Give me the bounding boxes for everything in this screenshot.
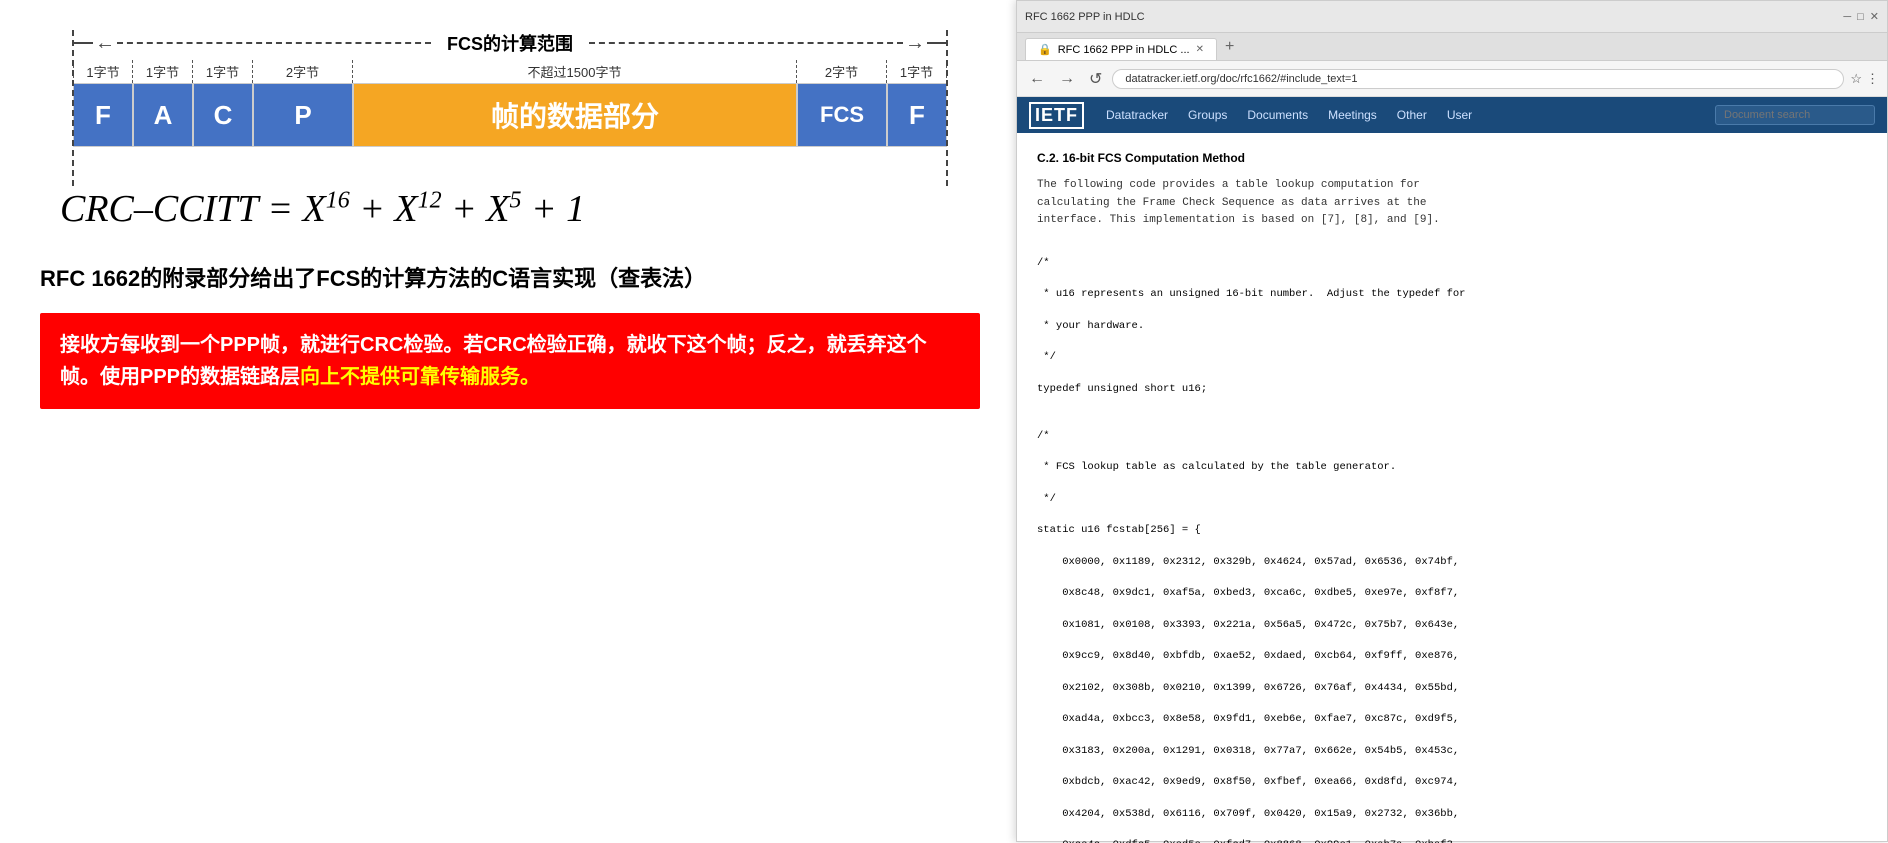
code-line-1: 0x8c48, 0x9dc1, 0xaf5a, 0xbed3, 0xca6c, … (1037, 586, 1867, 602)
frame-box-c: C (193, 83, 253, 147)
browser-tab-active[interactable]: 🔒 RFC 1662 PPP in HDLC ... ✕ (1025, 38, 1217, 60)
byte-label-3: 2字节 (253, 60, 353, 83)
description-text: RFC 1662的附录部分给出了FCS的计算方法的C语言实现（查表法） (40, 261, 980, 293)
comment2-close: */ (1037, 492, 1867, 508)
warning-text-highlight: 向上不提供可靠传输服务。 (300, 366, 540, 388)
tab-close-btn[interactable]: ✕ (1196, 44, 1204, 55)
comment1-body2: * your hardware. (1037, 319, 1867, 335)
ietf-logo: IETF (1029, 102, 1084, 129)
code-line-7: 0xbdcb, 0xac42, 0x9ed9, 0x8f50, 0xfbef, … (1037, 775, 1867, 791)
byte-label-0: 1字节 (73, 60, 133, 83)
browser-actions: ☆ ⋮ (1850, 71, 1879, 87)
code-line-6: 0x3183, 0x200a, 0x1291, 0x0318, 0x77a7, … (1037, 744, 1867, 760)
forward-button[interactable]: → (1055, 68, 1079, 90)
browser-content: C.2. 16-bit FCS Computation Method The f… (1017, 133, 1887, 843)
comment1-open: /* (1037, 256, 1867, 272)
typedef-line: typedef unsigned short u16; (1037, 382, 1867, 398)
reload-button[interactable]: ↺ (1085, 67, 1106, 91)
formula-area: CRC–CCITT = X16 + X12 + X5 + 1 (40, 187, 980, 231)
comment2-body: * FCS lookup table as calculated by the … (1037, 460, 1867, 476)
fcs-range-label: FCS的计算范围 (431, 30, 589, 56)
frame-box-f2: F (887, 83, 947, 147)
nav-groups[interactable]: Groups (1178, 108, 1237, 122)
nav-datatracker[interactable]: Datatracker (1096, 108, 1178, 122)
comment1-close: */ (1037, 350, 1867, 366)
browser-titlebar: RFC 1662 PPP in HDLC ─ □ ✕ (1017, 1, 1887, 33)
maximize-btn[interactable]: □ (1857, 11, 1864, 23)
nav-documents[interactable]: Documents (1237, 108, 1318, 122)
frame-box-f1: F (73, 83, 133, 147)
frame-box-p: P (253, 83, 353, 147)
description-lines: The following code provides a table look… (1037, 177, 1867, 230)
code-line-4: 0x2102, 0x308b, 0x0210, 0x1399, 0x6726, … (1037, 681, 1867, 697)
frame-box-data: 帧的数据部分 (353, 83, 797, 147)
code-line-0: 0x0000, 0x1189, 0x2312, 0x329b, 0x4624, … (1037, 555, 1867, 571)
section-heading: C.2. 16-bit FCS Computation Method (1037, 149, 1867, 167)
warning-box: 接收方每收到一个PPP帧，就进行CRC检验。若CRC检验正确，就收下这个帧；反之… (40, 313, 980, 409)
tab-bar: 🔒 RFC 1662 PPP in HDLC ... ✕ + (1017, 33, 1887, 61)
ietf-nav: IETF Datatracker Groups Documents Meetin… (1017, 97, 1887, 133)
menu-icon[interactable]: ⋮ (1866, 71, 1879, 87)
code-line-5: 0xad4a, 0xbcc3, 0x8e58, 0x9fd1, 0xeb6e, … (1037, 712, 1867, 728)
desc-line-0: The following code provides a table look… (1037, 177, 1867, 195)
back-button[interactable]: ← (1025, 68, 1049, 90)
nav-user[interactable]: User (1437, 108, 1482, 122)
tab-label: RFC 1662 PPP in HDLC ... (1058, 44, 1190, 56)
byte-label-6: 1字节 (887, 60, 947, 83)
address-input[interactable] (1112, 69, 1844, 89)
formula-text: CRC–CCITT = X16 + X12 + X5 + 1 (60, 188, 585, 230)
code-block: /* * u16 represents an unsigned 16-bit n… (1037, 240, 1867, 843)
comment2-open: /* (1037, 429, 1867, 445)
fcs-diagram: ← FCS的计算范围 → 1字节 1字节 1字节 2字节 不超过1500字节 2… (40, 30, 980, 147)
bookmark-icon[interactable]: ☆ (1850, 71, 1862, 87)
browser-title: RFC 1662 PPP in HDLC (1025, 11, 1843, 23)
static-decl: static u16 fcstab[256] = { (1037, 523, 1867, 539)
comment1-body: * u16 represents an unsigned 16-bit numb… (1037, 287, 1867, 303)
desc-line-1: calculating the Frame Check Sequence as … (1037, 195, 1867, 213)
byte-label-5: 2字节 (797, 60, 887, 83)
frame-box-fcs: FCS (797, 83, 887, 147)
minimize-btn[interactable]: ─ (1843, 11, 1851, 23)
desc-line-2: interface. This implementation is based … (1037, 212, 1867, 230)
code-line-2: 0x1081, 0x0108, 0x3393, 0x221a, 0x56a5, … (1037, 618, 1867, 634)
byte-label-1: 1字节 (133, 60, 193, 83)
nav-meetings[interactable]: Meetings (1318, 108, 1387, 122)
address-bar-row: ← → ↺ ☆ ⋮ (1017, 61, 1887, 97)
nav-other[interactable]: Other (1387, 108, 1437, 122)
document-search-input[interactable] (1715, 105, 1875, 125)
browser-window: RFC 1662 PPP in HDLC ─ □ ✕ 🔒 RFC 1662 PP… (1016, 0, 1888, 842)
code-line-8: 0x4204, 0x538d, 0x6116, 0x709f, 0x0420, … (1037, 807, 1867, 823)
close-window-btn[interactable]: ✕ (1870, 10, 1879, 23)
byte-label-2: 1字节 (193, 60, 253, 83)
left-panel: ← FCS的计算范围 → 1字节 1字节 1字节 2字节 不超过1500字节 2… (0, 0, 1020, 842)
byte-label-4: 不超过1500字节 (353, 60, 797, 83)
frame-box-a: A (133, 83, 193, 147)
new-tab-button[interactable]: + (1217, 34, 1242, 60)
code-line-9: 0xce4c, 0xdfc5, 0xed5e, 0xfcd7, 0x8868, … (1037, 838, 1867, 843)
code-line-3: 0x9cc9, 0x8d40, 0xbfdb, 0xae52, 0xdaed, … (1037, 649, 1867, 665)
